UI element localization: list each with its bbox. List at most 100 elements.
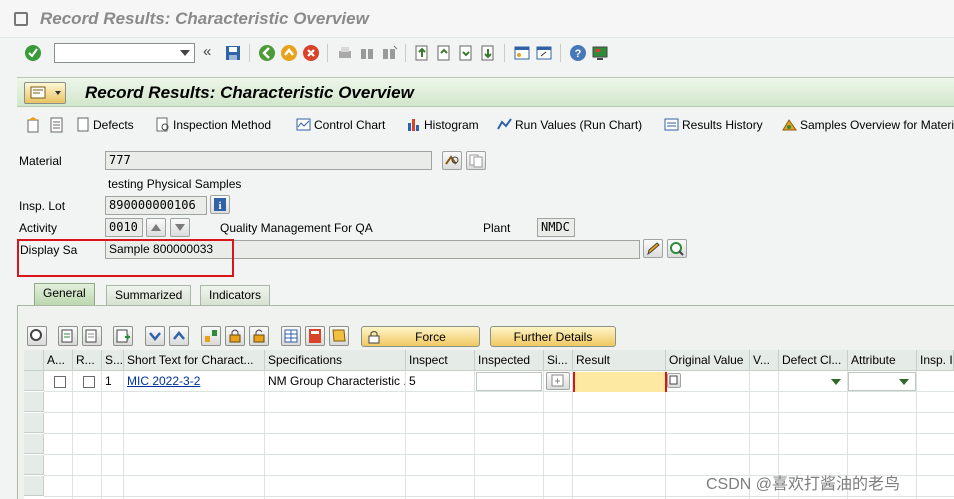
lock-icon[interactable]: [225, 326, 245, 346]
window-menu-icon[interactable]: [14, 12, 28, 26]
column-header[interactable]: S...: [102, 350, 124, 371]
previous-page-icon[interactable]: [435, 44, 453, 62]
samples-overview-button[interactable]: Samples Overview for Materi: [782, 116, 954, 134]
control-chart-icon: [296, 117, 311, 132]
find-icon[interactable]: [358, 44, 376, 62]
enter-icon[interactable]: [24, 44, 42, 62]
activity-next-button[interactable]: [170, 218, 190, 237]
last-page-icon[interactable]: [479, 44, 497, 62]
back-icon[interactable]: [258, 44, 276, 62]
row-selector[interactable]: [24, 434, 44, 454]
material-display-button[interactable]: [442, 151, 462, 170]
cancel-icon[interactable]: [302, 44, 320, 62]
defect-class-dropdown[interactable]: [779, 371, 847, 392]
chevron-down-icon: [899, 379, 909, 385]
chevron-down-icon: [831, 379, 841, 385]
activity-field[interactable]: 0010: [105, 218, 143, 237]
system-toolbar: « ?: [0, 38, 954, 68]
material-copy-button[interactable]: [466, 151, 486, 170]
column-header[interactable]: Specifications: [265, 350, 406, 371]
material-description: testing Physical Samples: [108, 177, 242, 191]
application-toolbar: Defects Inspection Method Control Chart …: [17, 112, 954, 138]
run-chart-icon: [497, 117, 512, 132]
run-chart-button[interactable]: Run Values (Run Chart): [497, 116, 642, 134]
short-text-link[interactable]: MIC 2022-3-2: [124, 371, 264, 392]
table-view-icon[interactable]: [281, 326, 301, 346]
inspection-method-button[interactable]: Inspection Method: [155, 116, 271, 134]
window-title-bar: Record Results: Characteristic Overview: [0, 0, 954, 38]
select-all-corner[interactable]: [24, 350, 44, 371]
customize-layout-icon[interactable]: [591, 44, 609, 62]
row-selector[interactable]: [24, 476, 44, 496]
tab-indicators[interactable]: Indicators: [200, 285, 271, 305]
tab-general[interactable]: General: [34, 283, 95, 305]
plant-field[interactable]: NMDC: [537, 218, 575, 237]
column-header[interactable]: V...: [750, 350, 779, 371]
defects-icon: [75, 117, 90, 132]
notes-icon[interactable]: [329, 326, 349, 346]
control-chart-button[interactable]: Control Chart: [296, 116, 385, 134]
column-header[interactable]: Original Value: [666, 350, 750, 371]
row-a-checkbox[interactable]: [54, 376, 66, 388]
details-icon[interactable]: [27, 326, 47, 346]
column-header[interactable]: Si...: [544, 350, 573, 371]
column-header[interactable]: Attribute: [848, 350, 917, 371]
deselect-all-icon[interactable]: [82, 326, 102, 346]
save-icon[interactable]: [224, 44, 242, 62]
row-selector[interactable]: [24, 392, 44, 412]
column-header[interactable]: Inspect: [406, 350, 475, 371]
row-selector[interactable]: [24, 413, 44, 433]
calculator-icon[interactable]: [305, 326, 325, 346]
unlock-icon[interactable]: [249, 326, 269, 346]
row-selector[interactable]: [24, 455, 44, 475]
shortcut-icon[interactable]: [535, 44, 553, 62]
print-icon[interactable]: [336, 44, 354, 62]
material-field[interactable]: 777: [105, 151, 432, 170]
column-header[interactable]: R...: [73, 350, 102, 371]
insert-row-icon[interactable]: [113, 326, 133, 346]
new-session-icon[interactable]: [513, 44, 531, 62]
header-menu-button[interactable]: [24, 82, 66, 104]
sample-button[interactable]: [546, 372, 570, 390]
command-field[interactable]: [54, 43, 195, 63]
result-input[interactable]: [573, 372, 667, 392]
samples-overview-icon: [782, 117, 797, 132]
back-arrows-icon[interactable]: «: [203, 44, 221, 62]
sort-descending-icon[interactable]: [145, 326, 165, 346]
row-selector[interactable]: [24, 371, 44, 391]
select-all-icon[interactable]: [58, 326, 78, 346]
column-header[interactable]: Insp. I: [917, 350, 954, 371]
force-button[interactable]: Force: [361, 326, 480, 347]
display-sample-button[interactable]: [667, 239, 687, 258]
hierarchy-icon[interactable]: [201, 326, 221, 346]
insp-lot-field[interactable]: 890000000106: [105, 196, 207, 215]
activity-previous-button[interactable]: [146, 218, 166, 237]
column-header[interactable]: Short Text for Charact...: [124, 350, 265, 371]
first-page-icon[interactable]: [413, 44, 431, 62]
insp-lot-info-button[interactable]: i: [210, 195, 230, 214]
column-header[interactable]: A...: [44, 350, 73, 371]
sort-ascending-icon[interactable]: [169, 326, 189, 346]
column-header[interactable]: Inspected: [475, 350, 544, 371]
find-next-icon[interactable]: [380, 44, 398, 62]
results-history-button[interactable]: Results History: [664, 116, 763, 134]
new-icon[interactable]: [25, 116, 43, 134]
column-header[interactable]: Result: [573, 350, 666, 371]
document-list-icon[interactable]: [48, 116, 66, 134]
plant-label: Plant: [483, 221, 511, 235]
column-header[interactable]: Defect Cl...: [779, 350, 848, 371]
further-details-button[interactable]: Further Details: [490, 326, 616, 347]
tab-summarized[interactable]: Summarized: [106, 285, 192, 305]
help-icon[interactable]: ?: [569, 44, 587, 62]
original-value-button[interactable]: [667, 373, 681, 388]
exit-icon[interactable]: [280, 44, 298, 62]
svg-text:?: ?: [575, 48, 582, 60]
defects-button[interactable]: Defects: [75, 116, 134, 134]
histogram-button[interactable]: Histogram: [406, 116, 479, 134]
next-page-icon[interactable]: [457, 44, 475, 62]
attribute-dropdown[interactable]: [848, 372, 916, 391]
inspected-input[interactable]: [476, 372, 542, 391]
edit-sample-button[interactable]: [643, 239, 663, 258]
command-dropdown-icon[interactable]: [180, 50, 190, 56]
row-r-checkbox[interactable]: [83, 376, 95, 388]
